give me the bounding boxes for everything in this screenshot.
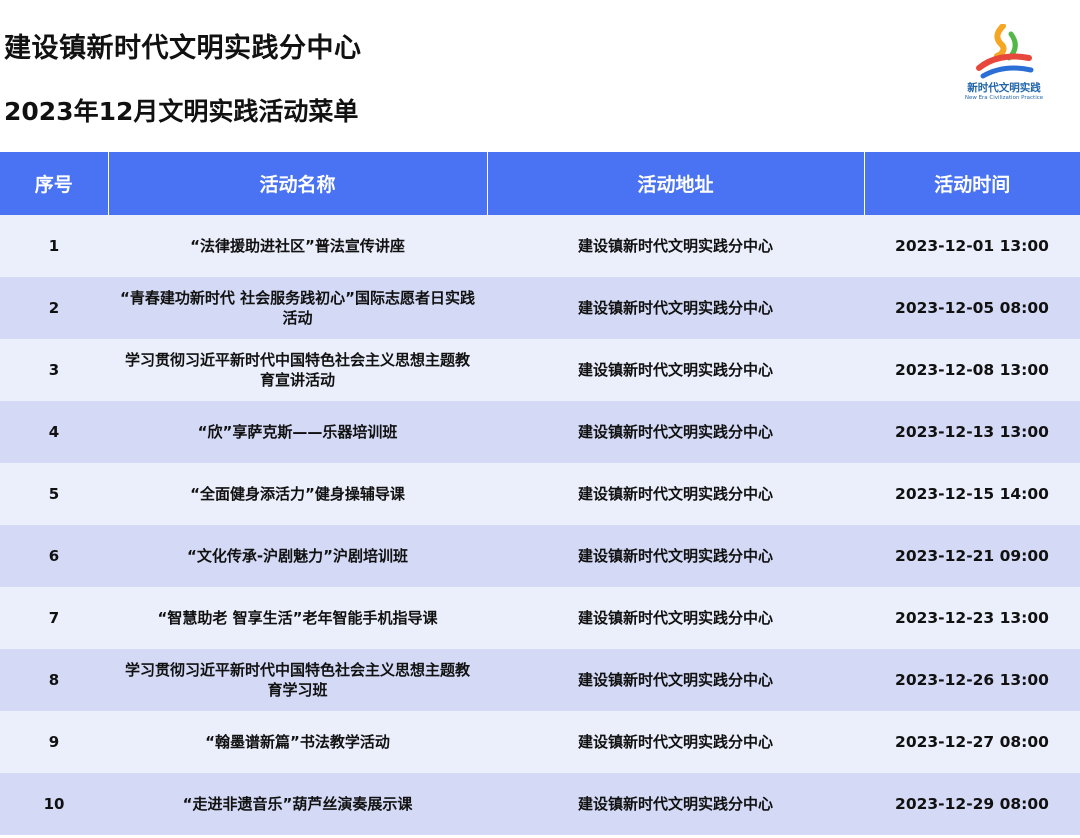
activity-address: 建设镇新时代文明实践分中心 (487, 649, 864, 711)
activity-time: 2023-12-13 13:00 (864, 401, 1080, 463)
row-number: 5 (0, 463, 108, 525)
activity-name: “欣”享萨克斯——乐器培训班 (108, 401, 487, 463)
activity-address: 建设镇新时代文明实践分中心 (487, 525, 864, 587)
activity-time: 2023-12-29 08:00 (864, 773, 1080, 835)
activity-address: 建设镇新时代文明实践分中心 (487, 773, 864, 835)
table-row: 6 “文化传承-沪剧魅力”沪剧培训班 建设镇新时代文明实践分中心 2023-12… (0, 525, 1080, 587)
column-header-activity-address: 活动地址 (487, 152, 865, 215)
activity-name: “文化传承-沪剧魅力”沪剧培训班 (108, 525, 487, 587)
activity-name: 学习贯彻习近平新时代中国特色社会主义思想主题教育学习班 (108, 649, 487, 711)
table-row: 7 “智慧助老 智享生活”老年智能手机指导课 建设镇新时代文明实践分中心 202… (0, 587, 1080, 649)
logo-text-cn: 新时代文明实践 (967, 82, 1041, 94)
table-row: 3 学习贯彻习近平新时代中国特色社会主义思想主题教育宣讲活动 建设镇新时代文明实… (0, 339, 1080, 401)
activity-address: 建设镇新时代文明实践分中心 (487, 711, 864, 773)
activity-name: “全面健身添活力”健身操辅导课 (108, 463, 487, 525)
table-header-row: 序号 活动名称 活动地址 活动时间 (0, 152, 1080, 215)
row-number: 10 (0, 773, 108, 835)
activity-name: “青春建功新时代 社会服务践初心”国际志愿者日实践活动 (108, 277, 487, 339)
column-header-number: 序号 (0, 152, 109, 215)
row-number: 3 (0, 339, 108, 401)
page-title: 建设镇新时代文明实践分中心 (4, 33, 362, 64)
activity-address: 建设镇新时代文明实践分中心 (487, 587, 864, 649)
table-row: 8 学习贯彻习近平新时代中国特色社会主义思想主题教育学习班 建设镇新时代文明实践… (0, 649, 1080, 711)
activity-address: 建设镇新时代文明实践分中心 (487, 277, 864, 339)
row-number: 4 (0, 401, 108, 463)
row-number: 1 (0, 215, 108, 277)
row-number: 7 (0, 587, 108, 649)
activity-time: 2023-12-27 08:00 (864, 711, 1080, 773)
activity-name: “翰墨谱新篇”书法教学活动 (108, 711, 487, 773)
table-row: 4 “欣”享萨克斯——乐器培训班 建设镇新时代文明实践分中心 2023-12-1… (0, 401, 1080, 463)
activity-time: 2023-12-05 08:00 (864, 277, 1080, 339)
activity-name: 学习贯彻习近平新时代中国特色社会主义思想主题教育宣讲活动 (108, 339, 487, 401)
activity-address: 建设镇新时代文明实践分中心 (487, 215, 864, 277)
activity-time: 2023-12-15 14:00 (864, 463, 1080, 525)
activity-name: “智慧助老 智享生活”老年智能手机指导课 (108, 587, 487, 649)
activity-time: 2023-12-23 13:00 (864, 587, 1080, 649)
row-number: 9 (0, 711, 108, 773)
row-number: 2 (0, 277, 108, 339)
civilization-practice-logo: 新时代文明实践 New Era Civilization Practice (952, 24, 1056, 114)
logo-text-en: New Era Civilization Practice (964, 95, 1044, 101)
activity-name: “走进非遗音乐”葫芦丝演奏展示课 (108, 773, 487, 835)
row-number: 6 (0, 525, 108, 587)
activity-name: “法律援助进社区”普法宣传讲座 (108, 215, 487, 277)
table-row: 2 “青春建功新时代 社会服务践初心”国际志愿者日实践活动 建设镇新时代文明实践… (0, 277, 1080, 339)
column-header-activity-time: 活动时间 (864, 152, 1080, 215)
page-subtitle: 2023年12月文明实践活动菜单 (4, 97, 359, 126)
row-number: 8 (0, 649, 108, 711)
table-row: 1 “法律援助进社区”普法宣传讲座 建设镇新时代文明实践分中心 2023-12-… (0, 215, 1080, 277)
activity-address: 建设镇新时代文明实践分中心 (487, 463, 864, 525)
activity-menu-table: 序号 活动名称 活动地址 活动时间 1 “法律援助进社区”普法宣传讲座 建设镇新… (0, 152, 1080, 835)
table-row: 5 “全面健身添活力”健身操辅导课 建设镇新时代文明实践分中心 2023-12-… (0, 463, 1080, 525)
column-header-activity-name: 活动名称 (108, 152, 488, 215)
activity-time: 2023-12-26 13:00 (864, 649, 1080, 711)
activity-time: 2023-12-01 13:00 (864, 215, 1080, 277)
activity-address: 建设镇新时代文明实践分中心 (487, 401, 864, 463)
table-row: 9 “翰墨谱新篇”书法教学活动 建设镇新时代文明实践分中心 2023-12-27… (0, 711, 1080, 773)
table-row: 10 “走进非遗音乐”葫芦丝演奏展示课 建设镇新时代文明实践分中心 2023-1… (0, 773, 1080, 835)
civilization-practice-logo-icon (976, 24, 1034, 79)
activity-time: 2023-12-21 09:00 (864, 525, 1080, 587)
activity-address: 建设镇新时代文明实践分中心 (487, 339, 864, 401)
activity-time: 2023-12-08 13:00 (864, 339, 1080, 401)
